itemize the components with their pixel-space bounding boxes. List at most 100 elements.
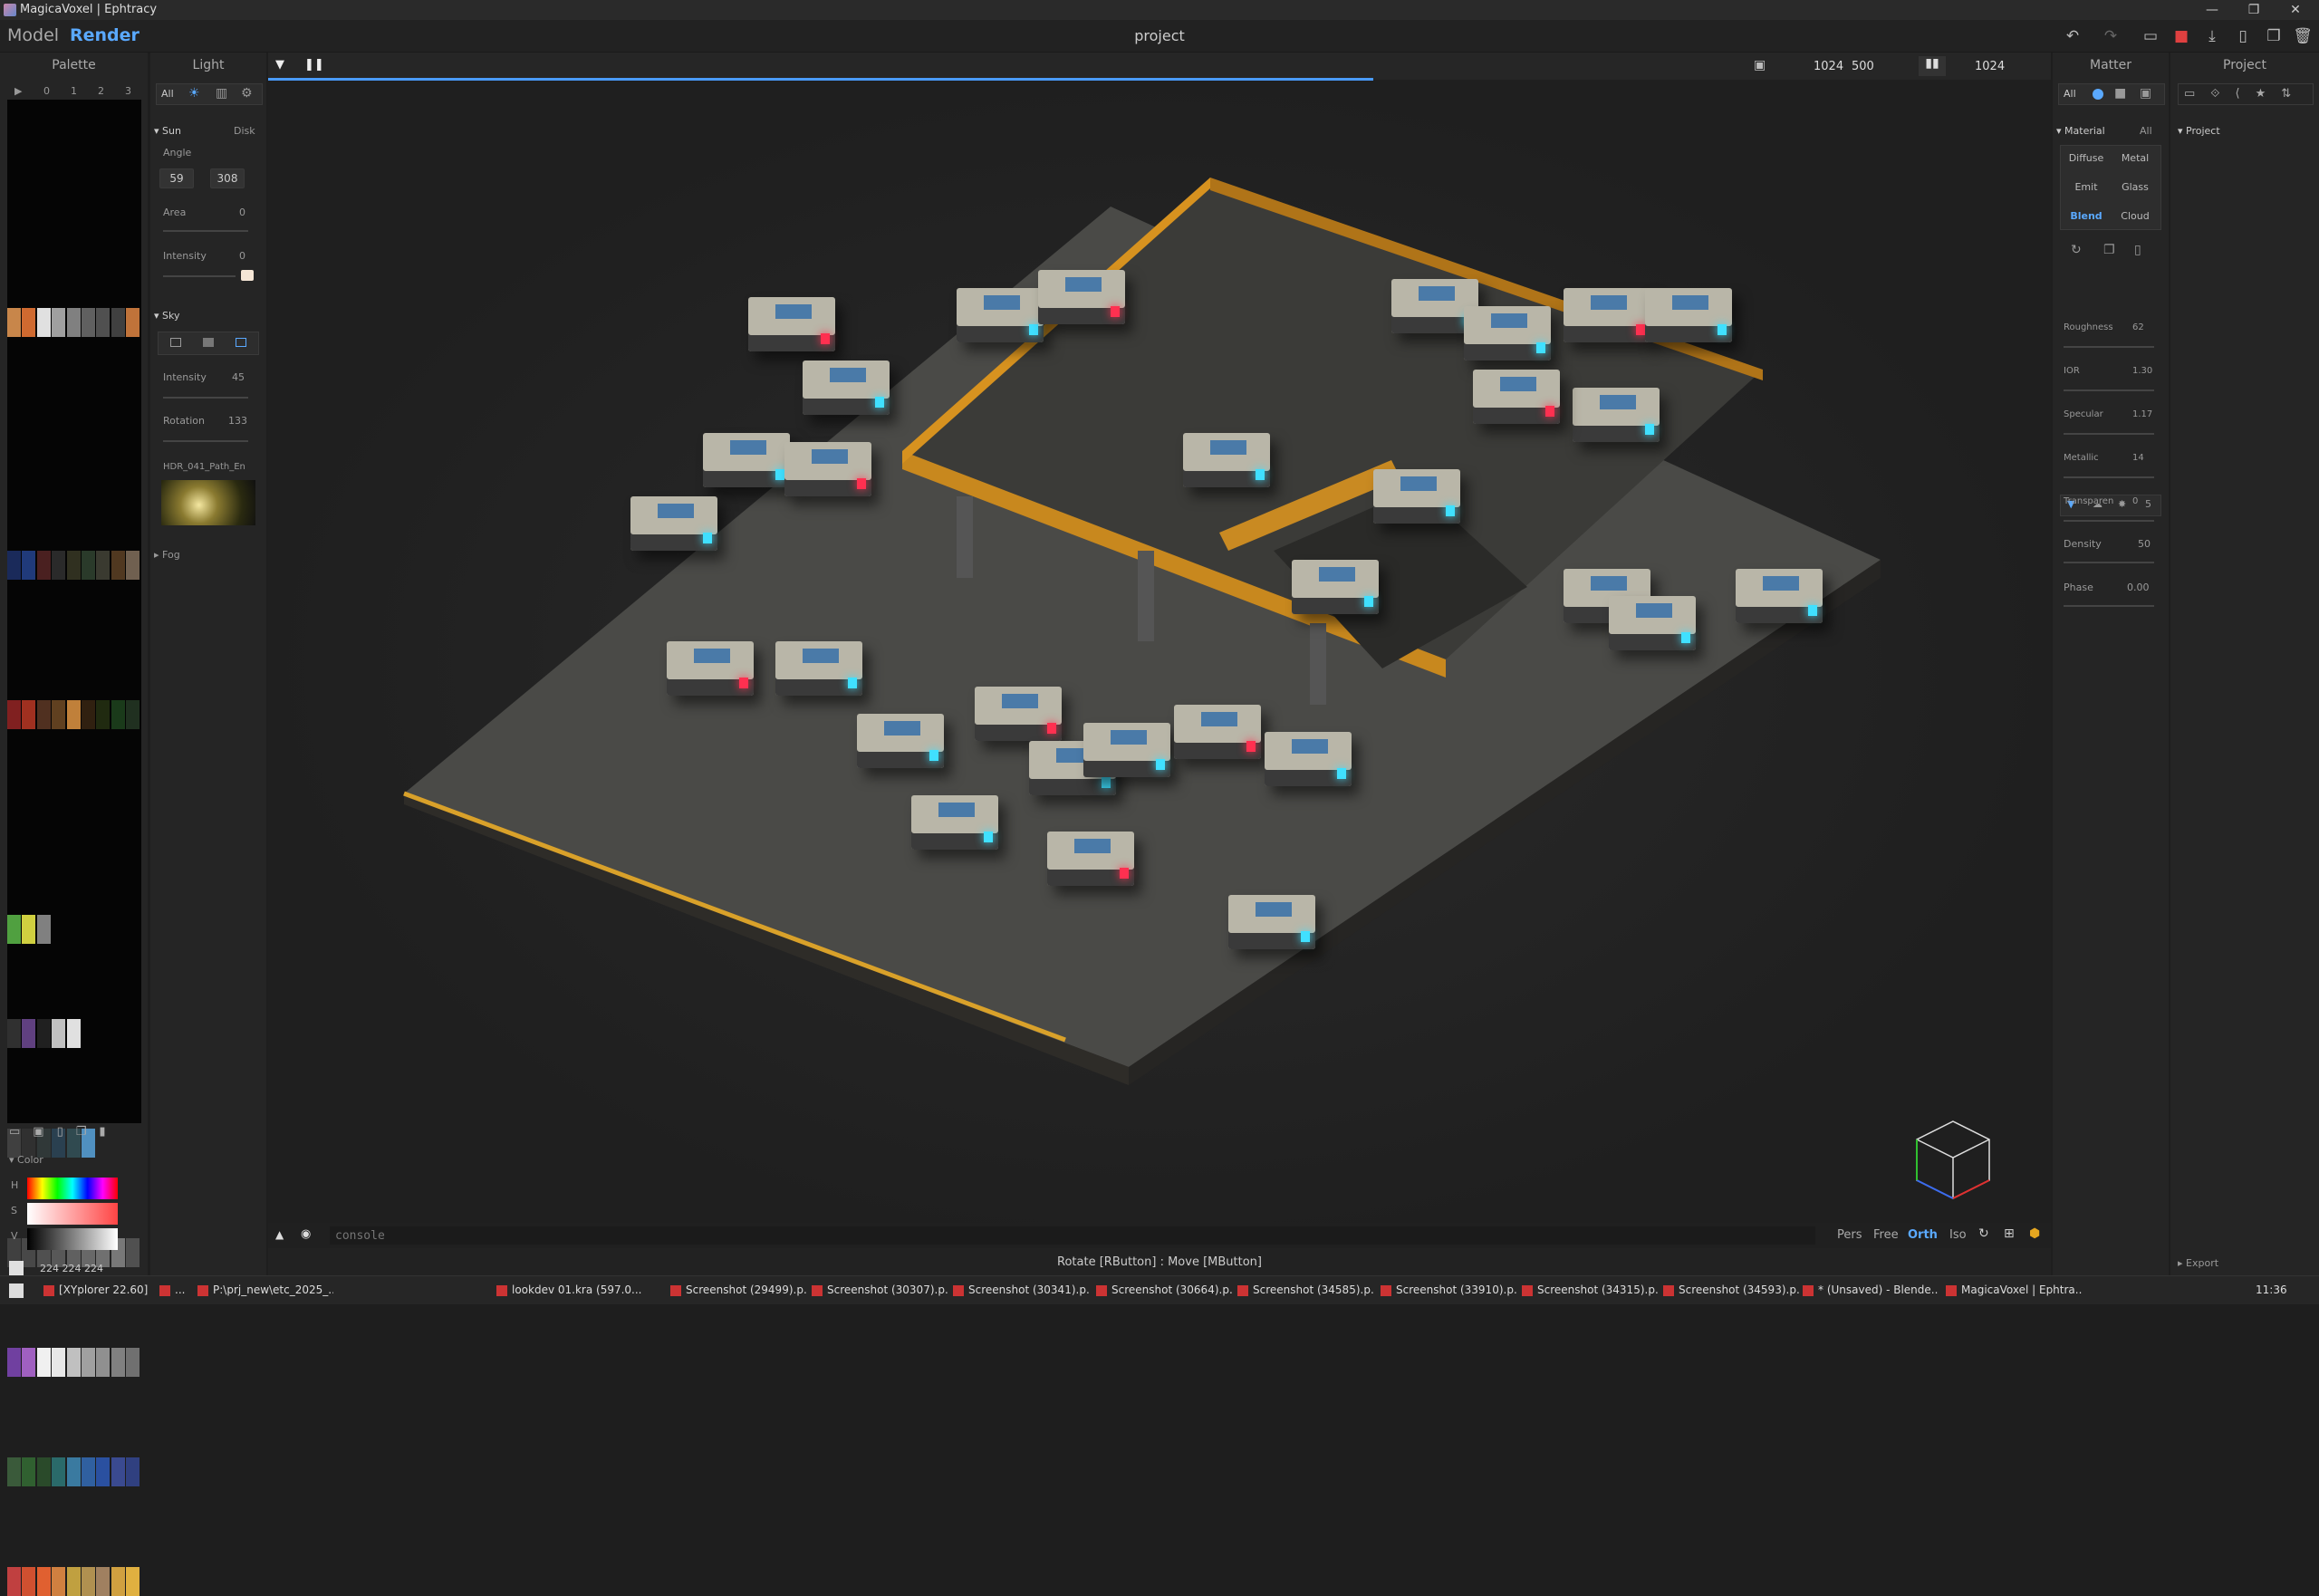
palette-swatch[interactable] <box>96 1567 111 1596</box>
palette-swatch[interactable] <box>52 1567 66 1596</box>
palette-swatch[interactable] <box>22 1567 36 1596</box>
resolution-height[interactable]: 500 <box>1852 60 1874 73</box>
palette-swatch[interactable] <box>66 1019 81 1048</box>
sky-gradient-icon[interactable] <box>203 338 214 347</box>
palette-swatch[interactable] <box>66 1567 81 1596</box>
sun-mode[interactable]: Disk <box>234 125 255 137</box>
palette-swatch[interactable] <box>36 1567 51 1596</box>
matter-prop-slider[interactable] <box>2064 389 2154 391</box>
palette-swatch[interactable] <box>22 1019 36 1048</box>
taskbar-item[interactable]: * (Unsaved) - Blende... <box>1803 1275 1939 1304</box>
palette-swatch[interactable] <box>66 1348 81 1377</box>
pause-icon[interactable]: ❚❚ <box>304 58 324 72</box>
sky-solid-icon[interactable] <box>170 338 181 347</box>
palette-swatch[interactable] <box>36 700 51 729</box>
samples-chart-icon[interactable]: ▮▮ <box>1919 56 1946 76</box>
area-value[interactable]: 0 <box>239 207 245 218</box>
palette-swatch[interactable] <box>82 308 95 337</box>
project-toolbar[interactable]: ▭⟐⟨★⇅ <box>2178 83 2314 105</box>
close-button[interactable]: ✕ <box>2276 0 2315 20</box>
rotation-slider[interactable] <box>163 440 248 442</box>
palette-swatch[interactable] <box>96 1457 111 1486</box>
palette-swatch[interactable] <box>7 914 21 944</box>
export-section[interactable]: ▸ Export <box>2178 1257 2218 1269</box>
frame-icon[interactable]: ⊞ <box>2004 1226 2015 1241</box>
palette-swatch[interactable] <box>36 551 51 580</box>
palette-swatch[interactable] <box>111 700 125 729</box>
new-icon[interactable]: ▯ <box>2232 25 2254 47</box>
voxel-scene[interactable] <box>268 80 2051 1250</box>
palette-swatch[interactable] <box>82 551 95 580</box>
density-value[interactable]: 50 <box>2138 538 2151 550</box>
palette-swatch[interactable] <box>36 914 51 944</box>
matter-prop-value[interactable]: 14 <box>2132 453 2144 463</box>
project-section[interactable]: ▾ Project <box>2178 125 2220 137</box>
palette-swatch[interactable] <box>66 308 81 337</box>
taskbar-item[interactable]: Screenshot (30341).p... <box>953 1275 1089 1304</box>
palette-swatch[interactable] <box>52 1019 66 1048</box>
taskbar-item[interactable]: [XYplorer 22.60] <box>43 1275 152 1304</box>
palette-page-2[interactable]: 2 <box>98 85 104 97</box>
matter-prop-slider[interactable] <box>2064 346 2154 348</box>
palette-swatch[interactable] <box>66 1457 81 1486</box>
palette-swatch[interactable] <box>111 1567 125 1596</box>
reset-material-icon[interactable]: ↻ <box>2071 243 2082 257</box>
density-slider[interactable] <box>2064 562 2154 563</box>
palette-swatch[interactable] <box>111 551 125 580</box>
palette-swatch[interactable] <box>111 308 125 337</box>
palette-swatch[interactable] <box>126 1567 140 1596</box>
palette-swatch[interactable] <box>52 1348 66 1377</box>
saturation-slider[interactable] <box>27 1203 118 1225</box>
palette-swatch[interactable] <box>126 551 140 580</box>
matter-prop-value[interactable]: 1.30 <box>2132 366 2152 376</box>
sky-section[interactable]: ▾ Sky <box>154 310 180 322</box>
cube-icon[interactable]: ⬢ <box>2029 1226 2040 1241</box>
palette-swatch[interactable] <box>22 914 36 944</box>
material-blend[interactable]: Blend <box>2064 210 2109 222</box>
palette-swatch[interactable] <box>7 1348 21 1377</box>
current-color-swatch[interactable] <box>9 1261 24 1275</box>
light-tab-all[interactable]: All <box>161 88 174 100</box>
sky-intensity-value[interactable]: 45 <box>232 371 245 383</box>
palette-swatch[interactable] <box>66 700 81 729</box>
hue-slider[interactable] <box>27 1178 118 1199</box>
mode-model-tab[interactable]: Model <box>7 25 59 45</box>
image-tab-icon[interactable]: ▣ <box>2140 86 2151 101</box>
palette-swatch[interactable] <box>22 1348 36 1377</box>
palette-swatch[interactable] <box>7 308 21 337</box>
taskbar-item[interactable]: Screenshot (30307).p... <box>812 1275 948 1304</box>
taskbar-item[interactable]: lookdev 01.kra (597.0... <box>496 1275 659 1304</box>
material-emit[interactable]: Emit <box>2064 181 2109 193</box>
matter-prop-slider[interactable] <box>2064 476 2154 478</box>
chart-icon[interactable]: ▥ <box>216 86 227 101</box>
material-metal[interactable]: Metal <box>2112 152 2158 164</box>
sun-icon[interactable]: ☀ <box>188 86 200 101</box>
palette-swatch[interactable] <box>7 551 21 580</box>
media-count[interactable]: 5 <box>2145 498 2151 510</box>
matter-prop-slider[interactable] <box>2064 520 2154 522</box>
palette-swatch[interactable] <box>82 1348 95 1377</box>
taskbar-item[interactable]: Screenshot (33910).p... <box>1381 1275 1516 1304</box>
palette-page-play[interactable]: ▶ <box>14 85 22 97</box>
palette-swatch[interactable] <box>52 551 66 580</box>
media-sun-icon[interactable]: ✸ <box>2118 498 2126 510</box>
material-cloud[interactable]: Cloud <box>2112 210 2158 222</box>
camera-icon[interactable]: ■ <box>2114 86 2126 101</box>
palette-page-1[interactable]: 1 <box>71 85 77 97</box>
matter-prop-value[interactable]: 1.17 <box>2132 409 2152 419</box>
taskbar-item[interactable]: P:\prj_new\etc_2025_... <box>197 1275 333 1304</box>
area-slider[interactable] <box>163 230 248 232</box>
render-viewport[interactable] <box>268 53 2051 1275</box>
palette-swatch[interactable] <box>126 1348 140 1377</box>
palette-page-0[interactable]: 0 <box>43 85 50 97</box>
minimize-button[interactable]: — <box>2192 0 2232 20</box>
material-scope[interactable]: All <box>2140 125 2152 137</box>
palette-swatch[interactable] <box>82 1567 95 1596</box>
palette-swatch[interactable] <box>22 308 36 337</box>
image-icon[interactable]: ▣ <box>1754 58 1766 72</box>
undo-icon[interactable]: ↶ <box>2062 25 2083 47</box>
mode-render-tab[interactable]: Render <box>70 25 140 45</box>
start-icon[interactable] <box>9 1284 24 1298</box>
material-sphere-icon[interactable] <box>2093 89 2103 100</box>
reset-view-icon[interactable]: ↻ <box>1978 1226 1989 1241</box>
